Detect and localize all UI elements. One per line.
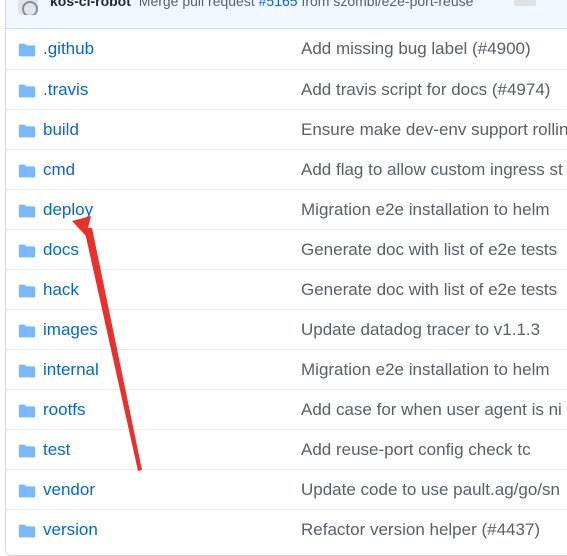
commit-message-link[interactable]: Generate doc with list of e2e tests (301, 280, 557, 300)
commit-message-suffix[interactable]: from szombi/e2e-port-reuse (301, 0, 473, 9)
file-row[interactable]: internal Migration e2e installation to he… (6, 349, 567, 389)
file-name-link[interactable]: .travis (43, 80, 88, 100)
file-name-link[interactable]: deploy (43, 200, 93, 220)
file-name-link[interactable]: docs (43, 240, 79, 260)
file-name-link[interactable]: build (43, 120, 79, 140)
file-name-link[interactable]: hack (43, 280, 79, 300)
file-row[interactable]: vendor Update code to use pault.ag/go/sn (6, 469, 567, 509)
commit-message-link[interactable]: Migration e2e installation to helm (301, 200, 550, 220)
file-row[interactable]: deploy Migration e2e installation to helm (6, 189, 567, 229)
file-row[interactable]: cmd Add flag to allow custom ingress st (6, 149, 567, 189)
commit-message-link[interactable]: Add travis script for docs (#4974) (301, 80, 550, 100)
file-row[interactable]: .github Add missing bug label (#4900) (6, 29, 567, 69)
file-row[interactable]: version Refactor version helper (#4437) (6, 509, 567, 549)
file-name-link[interactable]: rootfs (43, 400, 86, 420)
file-name-link[interactable]: version (43, 520, 98, 540)
file-name-link[interactable]: internal (43, 360, 99, 380)
folder-icon (18, 164, 36, 178)
folder-icon (18, 524, 36, 538)
folder-icon (18, 43, 36, 57)
commit-message-link[interactable]: Add flag to allow custom ingress st (301, 160, 563, 180)
file-name-link[interactable]: cmd (43, 160, 75, 180)
file-browser: kos-ci-robot Merge pull request #5165 fr… (5, 0, 567, 556)
commit-message-link[interactable]: Generate doc with list of e2e tests (301, 240, 557, 260)
commit-message-link[interactable]: Update datadog tracer to v1.1.3 (301, 320, 540, 340)
file-row[interactable]: docs Generate doc with list of e2e tests (6, 229, 567, 269)
folder-icon (18, 364, 36, 378)
commit-message-prefix[interactable]: Merge pull request (139, 0, 255, 9)
commit-summary: kos-ci-robot Merge pull request #5165 fr… (50, 0, 473, 10)
folder-icon (18, 84, 36, 98)
file-name-link[interactable]: test (43, 440, 70, 460)
file-name-link[interactable]: vendor (43, 480, 95, 500)
folder-icon (18, 324, 36, 338)
commit-message-link[interactable]: Migration e2e installation to helm (301, 360, 550, 380)
file-list: .github Add missing bug label (#4900) .tra… (6, 29, 567, 549)
file-name-link[interactable]: .github (43, 39, 94, 59)
folder-icon (18, 444, 36, 458)
folder-icon (18, 204, 36, 218)
file-row[interactable]: test Add reuse-port config check tc (6, 429, 567, 469)
file-name-link[interactable]: images (43, 320, 98, 340)
folder-icon (18, 284, 36, 298)
folder-icon (18, 404, 36, 418)
avatar-icon[interactable] (18, 0, 38, 15)
commit-message-link[interactable]: Add missing bug label (#4900) (301, 39, 531, 59)
commit-message-link[interactable]: Ensure make dev-env support rollin (301, 120, 567, 140)
commit-author[interactable]: kos-ci-robot (50, 0, 131, 9)
file-row[interactable]: images Update datadog tracer to v1.1.3 (6, 309, 567, 349)
file-row[interactable]: rootfs Add case for when user agent is ni (6, 389, 567, 429)
folder-icon (18, 484, 36, 498)
file-row[interactable]: hack Generate doc with list of e2e tests (6, 269, 567, 309)
folder-icon (18, 124, 36, 138)
file-row[interactable]: build Ensure make dev-env support rollin (6, 109, 567, 149)
expand-commit-button[interactable]: … (514, 0, 536, 6)
commit-message-link[interactable]: Refactor version helper (#4437) (301, 520, 540, 540)
commit-message-link[interactable]: Add case for when user agent is ni (301, 400, 562, 420)
latest-commit-bar: kos-ci-robot Merge pull request #5165 fr… (6, 0, 567, 29)
commit-pr-link[interactable]: #5165 (259, 0, 298, 9)
commit-message-link[interactable]: Add reuse-port config check tc (301, 440, 531, 460)
file-row[interactable]: .travis Add travis script for docs (#4974… (6, 69, 567, 109)
folder-icon (18, 244, 36, 258)
commit-message-link[interactable]: Update code to use pault.ag/go/sn (301, 480, 560, 500)
